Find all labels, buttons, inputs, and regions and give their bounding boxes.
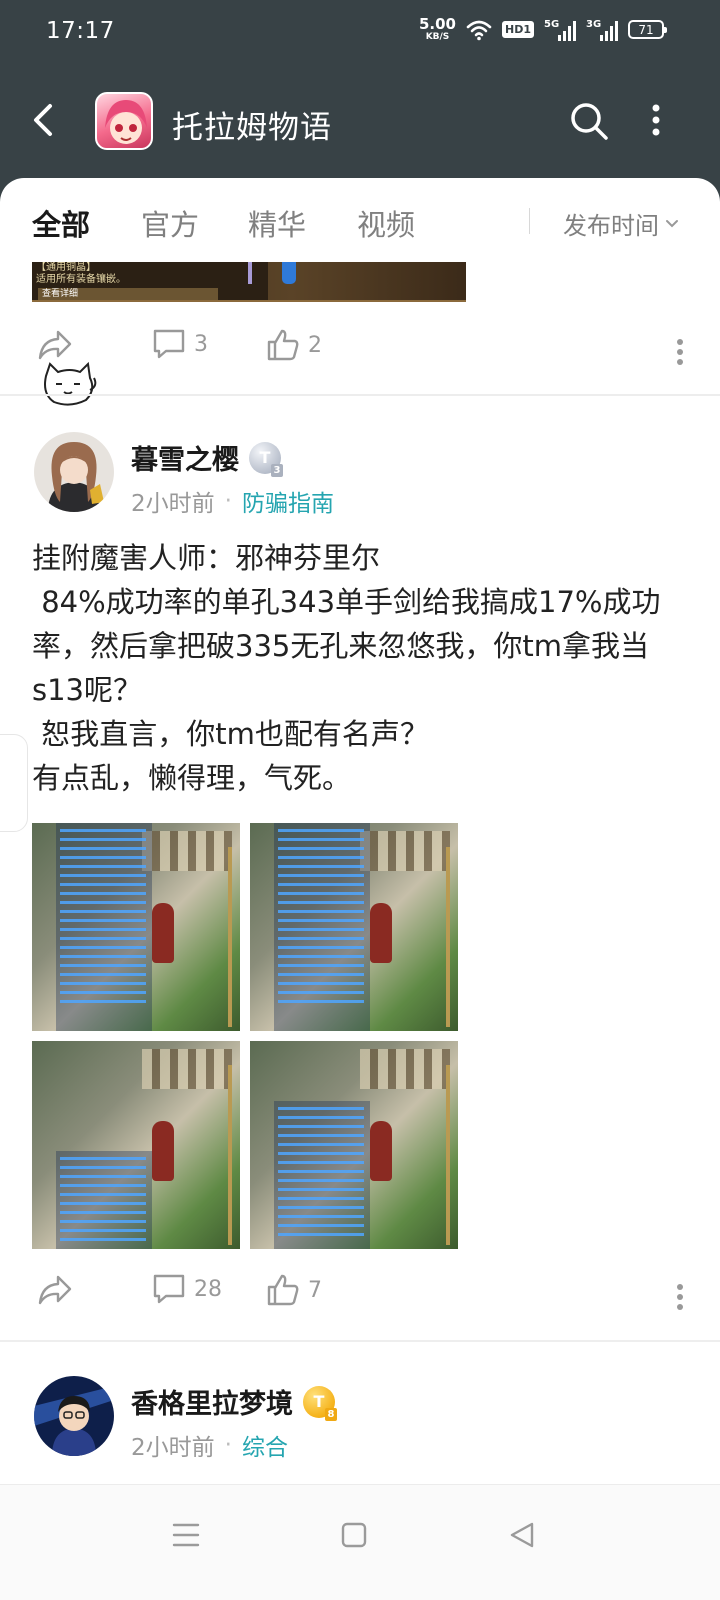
author-name[interactable]: 香格里拉梦境 <box>131 1382 293 1421</box>
more-options-icon[interactable] <box>676 1283 684 1311</box>
more-vertical-icon[interactable] <box>650 102 662 138</box>
share-icon <box>38 330 72 360</box>
author-name-row: 暮雪之樱 T 3 <box>131 438 283 477</box>
status-time: 17:17 <box>46 18 115 44</box>
like-count: 7 <box>308 1277 322 1303</box>
status-bar: 17:17 5.00 KB/S HD1 5G 3G 71 <box>0 0 720 68</box>
tooltip-title: 【通用铜晶】 <box>36 262 96 273</box>
post-image-2[interactable] <box>250 823 458 1031</box>
app-icon <box>95 92 153 150</box>
author-name-row: 香格里拉梦境 T 8 <box>131 1382 337 1421</box>
level-badge-icon: T 3 <box>249 441 283 477</box>
post-meta: 2小时前 · 防骗指南 <box>131 484 334 518</box>
comment-button[interactable]: 3 <box>152 328 208 360</box>
signal-5g-icon: 5G <box>544 19 576 41</box>
meta-dot: · <box>224 488 232 514</box>
post-image-4[interactable] <box>250 1041 458 1249</box>
side-drawer-handle[interactable] <box>0 734 28 832</box>
image-detail <box>282 262 296 284</box>
post-image-grid <box>32 823 458 1249</box>
chevron-left-icon[interactable] <box>28 98 60 142</box>
post-body[interactable]: 挂附魔害人师：邪神芬里尔 84%成功率的单孔343单手剑给我搞成17%成功率，然… <box>32 536 692 800</box>
comment-icon <box>153 329 185 359</box>
meta-dot: · <box>224 1432 232 1458</box>
comment-count: 28 <box>194 1276 222 1302</box>
search-icon[interactable] <box>568 100 610 142</box>
post-header: 暮雪之樱 T 3 2小时前 · 防骗指南 <box>0 432 720 532</box>
image-detail <box>248 262 252 284</box>
battery-icon: 71 <box>628 20 667 39</box>
avatar[interactable] <box>34 432 114 512</box>
share-button[interactable] <box>36 328 74 362</box>
network-speed-value: 5.00 <box>418 15 456 33</box>
post-time: 2小时前 <box>131 1435 215 1461</box>
sort-dropdown[interactable]: 发布时间 <box>563 206 679 241</box>
like-count: 2 <box>308 332 322 358</box>
cat-sticker-icon <box>44 361 97 406</box>
sort-label: 发布时间 <box>563 212 659 240</box>
signal-3g-label: 3G <box>586 18 602 30</box>
more-options-icon[interactable] <box>676 338 684 366</box>
network-speed: 5.00 KB/S <box>419 17 456 42</box>
tooltip-line: 适用所有装备镶嵌。 <box>36 274 126 285</box>
level-badge-icon: T 8 <box>303 1385 337 1421</box>
tab-all[interactable]: 全部 <box>32 202 90 244</box>
post-separator <box>0 1340 720 1342</box>
post-header: 香格里拉梦境 T 8 2小时前 · 综合 <box>0 1376 720 1476</box>
signal-5g-label: 5G <box>544 18 560 30</box>
avatar[interactable] <box>34 1376 114 1456</box>
hd-voice-icon: HD1 <box>502 21 534 38</box>
level-badge-letter: T <box>259 448 271 467</box>
tab-video[interactable]: 视频 <box>357 202 415 244</box>
post-text: 挂附魔害人师：邪神芬里尔 84%成功率的单孔343单手剑给我搞成17%成功率，然… <box>32 541 661 795</box>
post-topic[interactable]: 综合 <box>242 1428 288 1462</box>
system-nav-bar <box>0 1484 720 1600</box>
post-action-bar: 3 2 <box>0 328 720 384</box>
back-triangle-icon[interactable] <box>500 1513 544 1557</box>
tab-official[interactable]: 官方 <box>141 202 199 244</box>
page-title: 托拉姆物语 <box>172 110 332 146</box>
tab-featured[interactable]: 精华 <box>248 202 306 244</box>
post-topic[interactable]: 防骗指南 <box>242 484 334 518</box>
tab-divider <box>529 208 530 234</box>
item-tooltip: 【通用铜晶】 适用所有装备镶嵌。 查看详细 <box>32 262 268 300</box>
content-sheet: 全部 官方 精华 视频 发布时间 【通用铜晶】 适用所有装备镶嵌。 查看详细 3… <box>0 178 720 1514</box>
comment-icon <box>153 1274 185 1304</box>
post-meta: 2小时前 · 综合 <box>131 1428 288 1462</box>
menu-icon[interactable] <box>164 1513 208 1557</box>
thumbs-up-icon <box>267 329 299 361</box>
level-number: 8 <box>325 1407 337 1421</box>
post-image[interactable]: 【通用铜晶】 适用所有装备镶嵌。 查看详细 <box>32 262 466 302</box>
network-speed-unit: KB/S <box>425 32 450 42</box>
author-name[interactable]: 暮雪之樱 <box>131 438 239 477</box>
chevron-down-icon <box>666 219 678 227</box>
post-image-1[interactable] <box>32 823 240 1031</box>
home-icon[interactable] <box>332 1513 376 1557</box>
tab-bar: 全部 官方 精华 视频 发布时间 <box>0 178 720 266</box>
thumbs-up-icon <box>267 1274 299 1306</box>
like-button[interactable]: 2 <box>266 328 322 362</box>
comment-button[interactable]: 28 <box>152 1273 222 1305</box>
like-button[interactable]: 7 <box>266 1273 322 1307</box>
comment-count: 3 <box>194 331 208 357</box>
tooltip-button: 查看详细 <box>38 288 218 300</box>
post-action-bar: 28 7 <box>0 1273 720 1329</box>
status-icons: 5.00 KB/S HD1 5G 3G 71 <box>419 17 667 42</box>
level-number: 3 <box>271 463 283 477</box>
app-header: 托拉姆物语 <box>0 68 720 178</box>
share-button[interactable] <box>36 1273 74 1307</box>
post-time: 2小时前 <box>131 491 215 517</box>
wifi-icon <box>466 20 492 40</box>
share-icon <box>38 1275 72 1305</box>
post-separator <box>0 394 720 396</box>
level-badge-letter: T <box>313 1392 325 1411</box>
battery-level: 71 <box>638 22 654 37</box>
signal-3g-icon: 3G <box>586 19 618 41</box>
post-image-3[interactable] <box>32 1041 240 1249</box>
